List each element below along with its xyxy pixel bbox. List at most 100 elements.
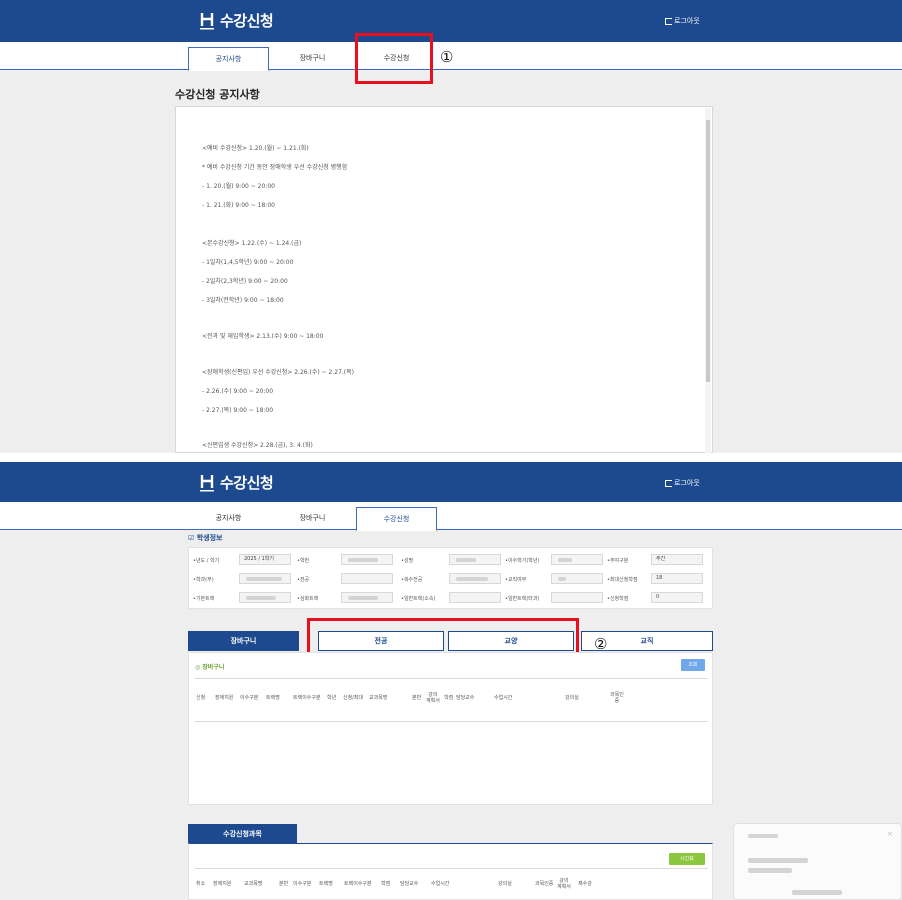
logout-icon [665, 17, 672, 25]
field-label: •년도 / 학기 [193, 558, 220, 564]
column-header: 학점 [444, 695, 454, 701]
column-header: 수업시간 [494, 695, 513, 701]
column-header: 트랙이수구분 [344, 881, 372, 887]
callout-number-2: ② [594, 635, 608, 653]
logo-h-icon [200, 473, 214, 493]
column-header: 학년 [327, 695, 337, 701]
field-label: •교직여부 [505, 577, 527, 583]
column-header: 담당교수 [400, 881, 419, 887]
logo-h-icon [200, 11, 214, 31]
column-header: 신청/최대 [343, 695, 364, 701]
name-field [449, 554, 501, 565]
tab-notice[interactable]: 공지사항 [188, 507, 269, 531]
logout-icon [665, 479, 672, 487]
registered-tab[interactable]: 수강신청과목 [188, 824, 297, 844]
app-logo[interactable]: 수강신청 [200, 10, 274, 31]
column-header: 분반 [412, 695, 422, 701]
field-label: •기본트랙 [193, 596, 215, 602]
column-header: 트랙이수구분 [293, 695, 321, 701]
masked-value [246, 596, 276, 600]
header-divider [195, 721, 708, 722]
notice-line: - 2.27.(목) 9:00 ~ 18:00 [202, 407, 274, 414]
notice-line: <장애학생(신편입) 우선 수강신청> 2.26.(수) ~ 2.27.(목) [202, 369, 354, 376]
column-header: 트랙명 [319, 881, 333, 887]
deep-track-field [341, 592, 393, 603]
field-label: •일반트랙(타과) [505, 596, 540, 602]
notice-screenshot: 수강신청 로그아웃 공지사항 장바구니 수강신청 ① 수강신청 공지사항 <예비… [0, 0, 902, 453]
max-credits-field: 18 [651, 573, 703, 584]
column-header: 취소 [196, 881, 206, 887]
notice-line: <예비 수강신청> 1.20.(월) ~ 1.21.(화) [202, 145, 309, 152]
field-label: •학과(부) [193, 577, 214, 583]
field-label: •심화트랙 [297, 596, 319, 602]
column-header: 분반 [279, 881, 289, 887]
tab-notice[interactable]: 공지사항 [188, 47, 269, 71]
timetable-button[interactable]: 시간표 [669, 853, 705, 865]
column-header: 트랙명 [266, 695, 280, 701]
masked-text [748, 868, 792, 873]
year-term-field: 2025 / 1학기 [239, 554, 291, 565]
masked-value [558, 577, 566, 581]
notice-line: - 2.26.(수) 9:00 ~ 20:00 [202, 388, 274, 395]
notice-line: - 1. 20.(월) 9:00 ~ 20:00 [202, 183, 275, 190]
logout-label: 로그아웃 [674, 479, 700, 487]
column-header: 장애지원 [213, 881, 232, 887]
masked-text [792, 890, 842, 895]
tab-cart[interactable]: 장바구니 [272, 507, 353, 531]
logout-label: 로그아웃 [674, 17, 700, 25]
notice-line: <본수강신청> 1.22.(수) ~ 1.24.(금) [202, 240, 302, 247]
edit-icon: ☑ [188, 534, 197, 542]
column-header: 재수강 [578, 881, 592, 887]
column-header: 교과목명 [244, 881, 263, 887]
column-header: 강의실 [498, 881, 512, 887]
app-logo[interactable]: 수강신청 [200, 472, 274, 493]
logout-link[interactable]: 로그아웃 [665, 478, 700, 488]
field-label: •전공 [297, 577, 310, 583]
field-label: •복수전공 [401, 577, 423, 583]
callout-box-1 [355, 33, 433, 84]
field-label: •최대신청학점 [607, 577, 638, 583]
logout-link[interactable]: 로그아웃 [665, 16, 700, 26]
notice-line: <전과 및 재입학생> 2.13.(수) 9:00 ~ 18:00 [202, 333, 324, 340]
notice-line: <신편입생 수강신청> 2.28.(금), 3. 4.(화) [202, 442, 313, 449]
notice-line: - 2일차(2,3학년) 9:00 ~ 20:00 [202, 278, 288, 285]
app-title: 수강신청 [220, 12, 274, 30]
header-divider [195, 678, 708, 679]
notice-scrollbar[interactable] [705, 108, 711, 453]
field-label: •신청학점 [607, 596, 629, 602]
student-info-panel: •년도 / 학기 2025 / 1학기 •학번 •성명 •이수학기(학년) •주… [188, 547, 713, 609]
field-label: •성명 [401, 558, 414, 564]
app-title: 수강신청 [220, 474, 274, 492]
student-info-title: ☑ 학생정보 [188, 533, 222, 543]
column-header: 과목인 증 [610, 692, 624, 704]
column-header: 이수구분 [293, 881, 312, 887]
cart-title-label: 장바구니 [202, 664, 225, 671]
blurred-popup: × [733, 823, 902, 900]
column-header: 교과목명 [369, 695, 388, 701]
field-label: •이수학기(학년) [505, 558, 540, 564]
column-header: 과목인증 [535, 881, 554, 887]
masked-text [748, 858, 808, 863]
completed-term-field [551, 554, 603, 565]
general-track-minor-field [449, 592, 501, 603]
notice-line: - 1일차(1,4,5학년) 9:00 ~ 20:00 [202, 259, 294, 266]
notice-content-box: <예비 수강신청> 1.20.(월) ~ 1.21.(화) * 예비 수강신청 … [175, 106, 713, 453]
callout-number-1: ① [440, 48, 454, 66]
nav-tabs: 공지사항 장바구니 수강신청 [0, 502, 902, 531]
field-label: •학번 [297, 558, 310, 564]
tab-cart[interactable]: 장바구니 [272, 47, 353, 71]
scrollbar-thumb[interactable] [706, 120, 710, 382]
search-button[interactable]: 조회 [681, 659, 705, 671]
day-night-field: 주간 [651, 554, 703, 565]
cart-section-title: ◎ 장바구니 [195, 662, 224, 671]
general-track-other-field [551, 592, 603, 603]
tab-registration[interactable]: 수강신청 [356, 507, 437, 531]
header-divider [195, 868, 708, 869]
close-icon[interactable]: × [887, 830, 893, 838]
main-tab-cart[interactable]: 장바구니 [188, 631, 299, 651]
column-header: 강의실 [565, 695, 579, 701]
dept-field [239, 573, 291, 584]
masked-text [748, 834, 778, 838]
field-label: •일반트랙(소속) [401, 596, 436, 602]
masked-value [456, 558, 476, 562]
